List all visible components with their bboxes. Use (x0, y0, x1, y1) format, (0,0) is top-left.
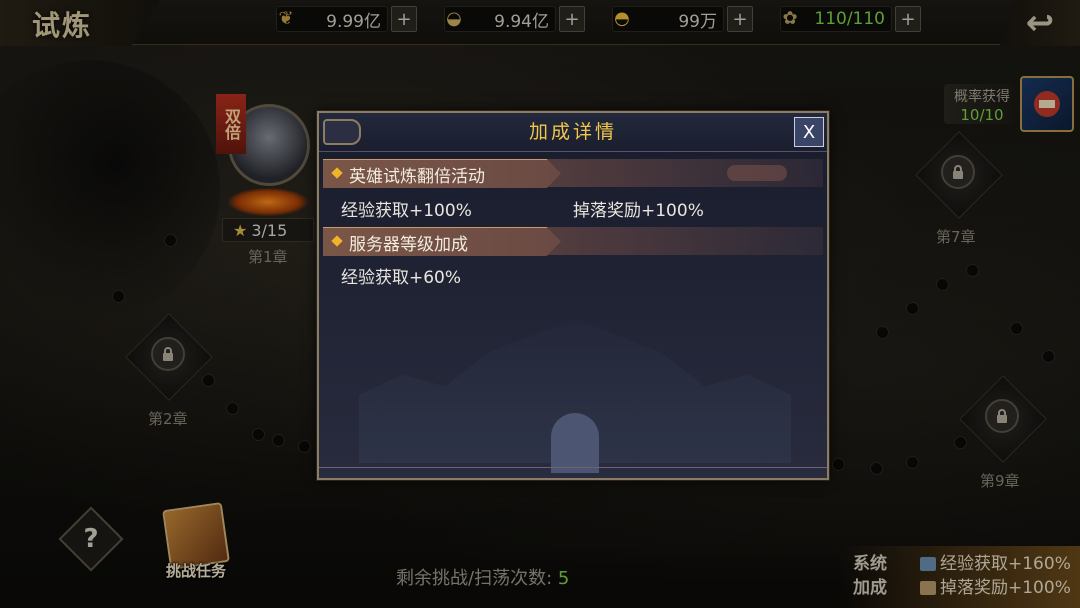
event-exp-bonus: 经验获取+100% (341, 201, 472, 221)
close-button[interactable]: X (794, 117, 824, 147)
cloud-ornament (727, 165, 787, 181)
section-title-server: 服务器等级加成 (349, 235, 468, 255)
server-exp-bonus: 经验获取+60% (341, 268, 462, 288)
bonus-details-modal: 加成详情 X 英雄试炼翻倍活动 经验获取+100% 掉落奖励+100% 服务器等… (317, 111, 829, 480)
modal-title: 加成详情 (528, 121, 617, 143)
section-title-event: 英雄试炼翻倍活动 (349, 167, 485, 187)
event-drop-bonus: 掉落奖励+100% (573, 201, 704, 221)
modal-footer-line (319, 467, 827, 468)
palace-gate (551, 413, 599, 473)
